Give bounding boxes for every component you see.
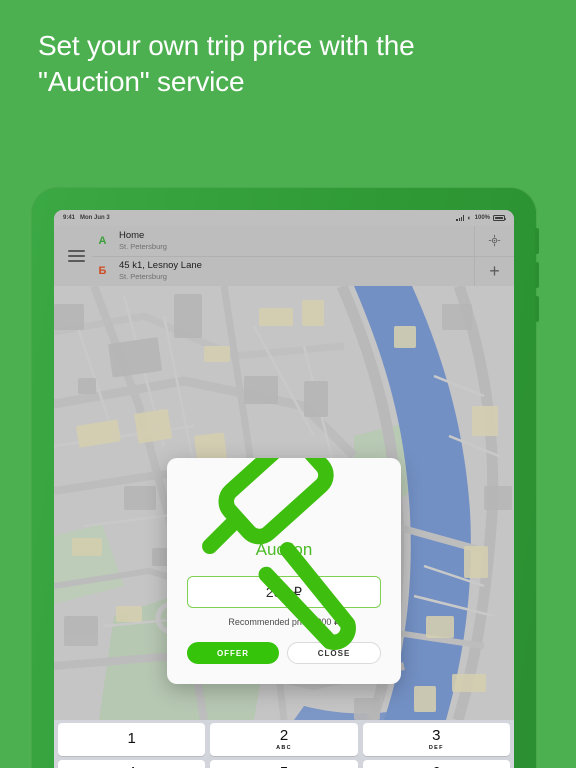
key-2-letters: ABC: [276, 745, 292, 751]
battery-percent: 100%: [474, 215, 490, 221]
status-date: Mon Jun 3: [80, 215, 110, 221]
tablet-device: 9:41 Mon Jun 3 ◐ 100% A Home St. Petersb…: [32, 188, 539, 768]
battery-icon: [493, 215, 507, 221]
address-destination-text: 45 k1, Lesnoy Lane St. Petersburg: [119, 260, 202, 282]
wifi-icon: ◐: [467, 214, 472, 222]
key-3-number: 3: [432, 727, 441, 744]
key-5[interactable]: 5 JKL: [210, 760, 358, 768]
key-3-letters: DEF: [428, 745, 444, 751]
address-row-destination[interactable]: Б 45 k1, Lesnoy Lane St. Petersburg: [92, 255, 474, 287]
address-origin-text: Home St. Petersburg: [119, 230, 167, 252]
volume-down-button[interactable]: [535, 262, 539, 288]
key-4[interactable]: 4 GHI: [58, 760, 206, 768]
promo-headline: Set your own trip price with the "Auctio…: [38, 28, 538, 100]
address-destination-title: 45 k1, Lesnoy Lane: [119, 260, 202, 272]
auction-dialog: Auction 250 ₽ Recommended price: 300 ₽ O…: [167, 458, 401, 684]
key-2[interactable]: 2 ABC: [210, 723, 358, 756]
keypad-row: 1 2 ABC 3 DEF: [58, 723, 510, 756]
key-6[interactable]: 6 MNO: [362, 760, 510, 768]
volume-up-button[interactable]: [535, 228, 539, 254]
address-row-origin[interactable]: A Home St. Petersburg: [92, 226, 474, 256]
status-bar: 9:41 Mon Jun 3 ◐ 100%: [54, 210, 514, 226]
numeric-keypad: 1 2 ABC 3 DEF 4 GHI 5 J: [54, 720, 514, 768]
address-list: A Home St. Petersburg Б 45 k1, Lesnoy La…: [92, 226, 474, 286]
map-view[interactable]: Auction 250 ₽ Recommended price: 300 ₽ O…: [54, 286, 514, 720]
key-1-number: 1: [127, 730, 136, 747]
power-button[interactable]: [535, 296, 539, 322]
gavel-auction-icon: [187, 458, 381, 650]
status-time: 9:41: [63, 215, 76, 221]
plus-add-stop-icon[interactable]: +: [475, 255, 514, 287]
promo-line-1: Set your own trip price with the: [38, 30, 415, 61]
address-origin-subtitle: St. Petersburg: [119, 241, 167, 251]
address-origin-title: Home: [119, 229, 145, 241]
plus-glyph: +: [489, 261, 500, 282]
marker-a-label: A: [98, 234, 107, 247]
tablet-screen: 9:41 Mon Jun 3 ◐ 100% A Home St. Petersb…: [54, 210, 514, 768]
address-panel: A Home St. Petersburg Б 45 k1, Lesnoy La…: [54, 226, 514, 286]
key-2-number: 2: [279, 727, 289, 744]
keypad-row: 4 GHI 5 JKL 6 MNO: [58, 760, 510, 768]
hamburger-menu-icon[interactable]: [60, 226, 92, 286]
cellular-signal-icon: [456, 215, 465, 221]
key-3[interactable]: 3 DEF: [362, 723, 510, 756]
address-destination-subtitle: St. Petersburg: [119, 272, 167, 282]
key-1[interactable]: 1: [58, 723, 206, 756]
promo-line-2: "Auction" service: [38, 65, 245, 97]
marker-b-label: Б: [98, 265, 107, 278]
crosshair-locate-icon[interactable]: [475, 226, 514, 256]
address-actions: +: [474, 226, 514, 286]
